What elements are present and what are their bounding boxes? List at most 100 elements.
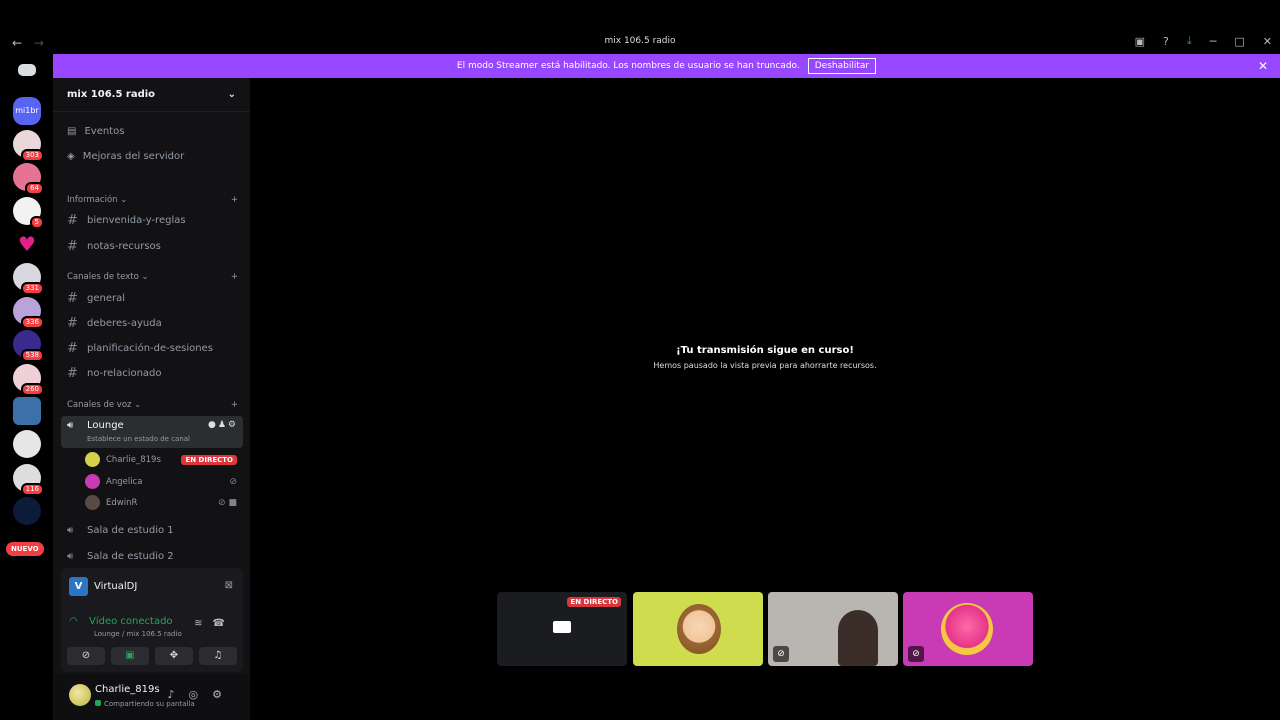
close-window-icon[interactable]: ✕ xyxy=(1263,35,1272,48)
category-info[interactable]: Información ⌄ + xyxy=(67,195,238,205)
server-icon[interactable]: 336 xyxy=(13,297,44,329)
avatar xyxy=(677,604,721,654)
voice-channel-sala-1[interactable]: 🔊︎ Sala de estudio 1 xyxy=(67,525,174,536)
headphones-icon[interactable]: ◎ xyxy=(189,688,213,701)
participant-tile[interactable]: ⊘ xyxy=(903,592,1033,666)
discord-home-icon[interactable] xyxy=(18,64,36,76)
banner-close-icon[interactable]: ✕ xyxy=(1258,59,1268,73)
camera-video xyxy=(838,610,878,666)
stream-tile[interactable]: EN DIRECTO xyxy=(497,592,627,666)
chevron-down-icon: ⌄ xyxy=(227,89,236,100)
channel-notas[interactable]: # notas-recursos xyxy=(67,239,161,254)
voice-user[interactable]: Charlie_819s EN DIRECTO xyxy=(85,452,237,467)
server-icon[interactable] xyxy=(13,430,41,458)
server-icon-mix[interactable]: mi1br xyxy=(13,97,41,125)
channel-no-relacionado[interactable]: # no-relacionado xyxy=(67,366,162,381)
soundboard-button[interactable]: ♫ xyxy=(199,647,237,665)
camera-icon: ⊘ ■ xyxy=(218,497,237,508)
gear-icon[interactable]: ⚙ xyxy=(212,688,236,701)
server-icon[interactable]: 303 xyxy=(13,130,44,162)
inbox-icon[interactable]: ▣ xyxy=(1135,35,1145,48)
voice-channel-sala-2[interactable]: 🔊︎ Sala de estudio 2 xyxy=(67,551,174,562)
user-avatar[interactable] xyxy=(69,684,91,706)
participant-tile[interactable] xyxy=(633,592,763,666)
deafened-icon: ⊘ xyxy=(908,646,924,662)
invite-icon[interactable]: ♟ xyxy=(218,420,228,430)
speaker-icon: 🔊︎ xyxy=(67,551,74,562)
disconnect-icon[interactable]: ☎ xyxy=(213,618,235,629)
voice-user[interactable]: EdwinR ⊘ ■ xyxy=(85,495,237,510)
channel-sidebar: mix 106.5 radio ⌄ ▤ Eventos ◈ Mejoras de… xyxy=(53,78,250,720)
voice-channel-lounge[interactable]: 🔊︎ Lounge Establece un estado de canal ●… xyxy=(61,416,243,448)
channel-general[interactable]: # general xyxy=(67,291,125,306)
user-panel: Charlie_819s Compartiendo su pantalla ♪◎… xyxy=(53,674,250,720)
hash-icon: # xyxy=(67,316,78,331)
deafened-icon: ⊘ xyxy=(773,646,789,662)
deafened-icon: ⊘ xyxy=(229,476,237,487)
voice-user[interactable]: Angelica ⊘ xyxy=(85,474,237,489)
live-badge: EN DIRECTO xyxy=(567,597,621,607)
avatar xyxy=(941,603,993,655)
screen-share-icon xyxy=(553,621,571,633)
server-icon[interactable]: 260 xyxy=(13,364,44,396)
avatar xyxy=(85,495,100,510)
title-bar: ← → mix 106.5 radio ▣ ? ⤓ ─ □ ✕ xyxy=(0,0,1280,53)
camera-off-button[interactable]: ⊘ xyxy=(67,647,105,665)
server-icon[interactable]: 64 xyxy=(13,163,44,195)
connection-status[interactable]: ◠ Vídeo conectado xyxy=(69,616,173,627)
add-channel-icon[interactable]: + xyxy=(231,195,238,205)
server-icon[interactable]: 331 xyxy=(13,263,44,295)
stream-stage: ¡Tu transmisión sigue en curso! Hemos pa… xyxy=(250,78,1280,720)
hash-icon: # xyxy=(67,291,78,306)
streamer-mode-banner: El modo Streamer está habilitado. Los no… xyxy=(53,54,1280,78)
window-controls: ▣ ? ⤓ ─ □ ✕ xyxy=(1135,34,1272,48)
server-icon[interactable] xyxy=(13,397,41,425)
heart-server-icon[interactable]: ♥ xyxy=(13,230,41,258)
speaker-icon: 🔊︎ xyxy=(67,525,74,536)
server-icon[interactable] xyxy=(13,497,41,525)
channel-status[interactable]: Establece un estado de canal xyxy=(87,435,190,443)
channel-bienvenida[interactable]: # bienvenida-y-reglas xyxy=(67,213,186,228)
hash-icon: # xyxy=(67,213,78,228)
screen-share-button[interactable]: ▣ xyxy=(111,647,149,665)
channel-planificacion[interactable]: # planificación-de-sesiones xyxy=(67,341,213,356)
server-header[interactable]: mix 106.5 radio ⌄ xyxy=(53,78,250,112)
events-item[interactable]: ▤ Eventos xyxy=(67,126,124,137)
voice-actions: ≋☎ xyxy=(194,618,235,629)
hash-icon: # xyxy=(67,341,78,356)
category-voice[interactable]: Canales de voz ⌄ + xyxy=(67,400,238,410)
connection-channel[interactable]: Lounge / mix 106.5 radio xyxy=(94,630,182,638)
add-channel-icon[interactable]: + xyxy=(231,400,238,410)
user-controls: ♪◎⚙ xyxy=(167,688,236,701)
disable-button[interactable]: Deshabilitar xyxy=(807,58,877,74)
server-icon[interactable]: 5 xyxy=(13,197,44,229)
new-badge[interactable]: NUEVO xyxy=(6,542,44,556)
activities-button[interactable]: ✥ xyxy=(155,647,193,665)
server-name: mix 106.5 radio xyxy=(67,89,156,100)
username[interactable]: Charlie_819s xyxy=(95,684,160,695)
noise-suppression-icon[interactable]: ≋ xyxy=(194,618,212,629)
boosts-item[interactable]: ◈ Mejoras del servidor xyxy=(67,151,184,162)
boost-icon: ◈ xyxy=(67,151,75,162)
stream-paused-title: ¡Tu transmisión sigue en curso! xyxy=(676,345,854,356)
server-icon[interactable]: 538 xyxy=(13,330,44,362)
chat-icon[interactable]: ● xyxy=(208,420,218,430)
help-icon[interactable]: ? xyxy=(1163,35,1169,48)
close-activity-icon[interactable]: ⊠ xyxy=(225,580,233,591)
server-icon[interactable]: 116 xyxy=(13,464,44,496)
category-text[interactable]: Canales de texto ⌄ + xyxy=(67,272,238,282)
maximize-icon[interactable]: □ xyxy=(1234,35,1244,48)
channel-deberes[interactable]: # deberes-ayuda xyxy=(67,316,162,331)
virtualdj-logo: V xyxy=(69,577,88,596)
banner-text: El modo Streamer está habilitado. Los no… xyxy=(456,61,800,71)
avatar xyxy=(85,452,100,467)
mic-icon[interactable]: ♪ xyxy=(167,688,188,701)
hash-icon: # xyxy=(67,239,78,254)
camera-tile[interactable]: ⊘ xyxy=(768,592,898,666)
gear-icon[interactable]: ⚙ xyxy=(228,420,238,430)
download-icon[interactable]: ⤓ xyxy=(1187,34,1192,48)
activity-app[interactable]: V VirtualDJ xyxy=(69,577,137,596)
add-channel-icon[interactable]: + xyxy=(231,272,238,282)
minimize-icon[interactable]: ─ xyxy=(1210,35,1217,48)
signal-icon: ◠ xyxy=(69,616,78,627)
